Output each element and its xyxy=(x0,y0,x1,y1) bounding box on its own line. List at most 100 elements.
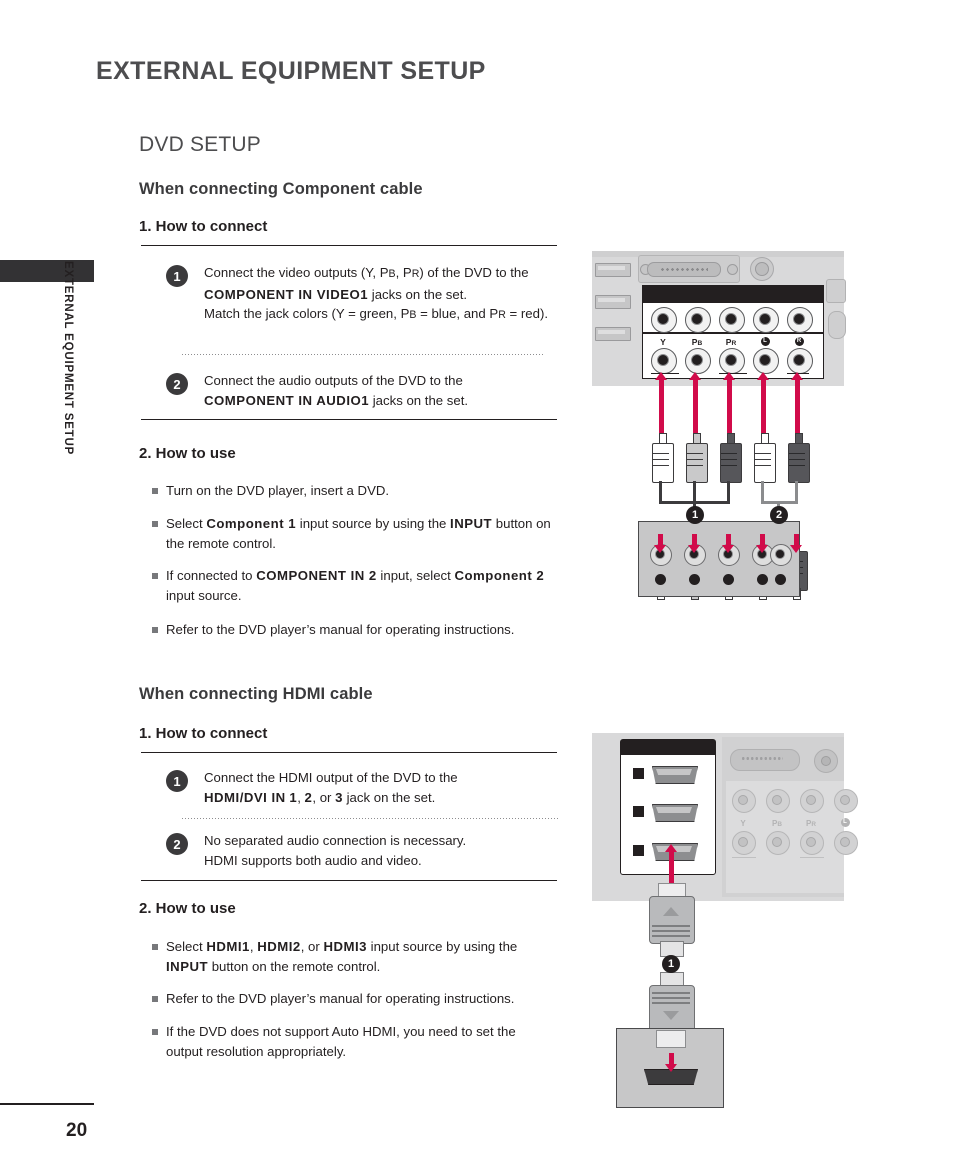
vga-pins-icon xyxy=(660,267,708,272)
component-connection-diagram: Y PB PR L R 1 2 xyxy=(592,251,846,611)
tv-ghost-port-group: Y PB PR L xyxy=(722,737,858,897)
jack-label-y: Y xyxy=(660,337,666,347)
hstep1-sep2: , or xyxy=(312,789,336,805)
ghost-jack-label-l: L xyxy=(833,818,857,828)
hdmi-slot-icon xyxy=(595,327,631,341)
hdmi-connection-diagram: Y PB PR L 1 xyxy=(592,733,858,1113)
plug-rib xyxy=(721,465,737,467)
jack-label-l: L xyxy=(753,336,777,347)
hdmi-section-heading: When connecting HDMI cable xyxy=(139,685,373,703)
ghost-rca-jack xyxy=(732,831,756,855)
hdmi-plug-arrow-icon xyxy=(663,1011,679,1020)
ghost-rca-jack xyxy=(732,789,756,813)
hdmi-plug-stripe xyxy=(652,1002,690,1004)
ghost-rca-jack xyxy=(834,831,858,855)
plug-rib xyxy=(653,453,669,455)
list-item: If the DVD does not support Auto HDMI, y… xyxy=(152,1022,548,1061)
step1-line3-mid: = blue, and P xyxy=(416,306,499,321)
connection-arrow-icon xyxy=(757,372,769,434)
vga-port-icon xyxy=(730,749,800,771)
step1-line3-sub-r: R xyxy=(498,309,506,321)
hdmi-port-3: 3 xyxy=(335,789,343,805)
hstep2-line2: HDMI supports both audio and video. xyxy=(204,852,422,868)
rca-plug-green xyxy=(652,433,674,483)
plug-rib xyxy=(721,459,737,461)
hdmi3-label: HDMI3 xyxy=(323,939,367,954)
hdmi-marker-square xyxy=(633,806,644,817)
ghost-rca-jack xyxy=(834,789,858,813)
step-badge: 1 xyxy=(166,770,188,792)
plug-rib xyxy=(687,465,703,467)
step2-line1: Connect the audio outputs of the DVD to … xyxy=(204,373,463,388)
ghost-rca-jack xyxy=(766,789,790,813)
step1-line1-pre: Connect the video outputs (Y, P xyxy=(204,265,389,280)
hdmi-plug-stripe xyxy=(652,930,690,932)
rca-jack-y xyxy=(651,348,677,374)
component-in-video1-label: COMPONENT IN VIDEO1 xyxy=(204,286,369,302)
hdmi1-label: HDMI1 xyxy=(206,939,250,954)
list-item: Refer to the DVD player’s manual for ope… xyxy=(152,989,566,1009)
hb1-mid: input source by using the xyxy=(366,939,518,954)
dvd-panel-dot xyxy=(775,574,786,585)
page-number: 20 xyxy=(66,1120,88,1141)
component-how-to-use-heading: 2. How to use xyxy=(139,445,236,462)
plug-rib xyxy=(789,453,805,455)
dvd-player-rear-panel xyxy=(638,521,800,597)
jack-label-r: R xyxy=(787,336,811,347)
cable-wire xyxy=(795,481,798,503)
vga-connector-body xyxy=(647,262,721,277)
hstep2-line1: No separated audio connection is necessa… xyxy=(204,833,467,848)
hstep1-sep1: , xyxy=(297,789,305,805)
step2-line2-post: jacks on the set. xyxy=(369,392,469,408)
step1-sub-b: B xyxy=(388,268,396,280)
input-button-label: INPUT xyxy=(450,516,493,531)
component-ghost-panel: Y PB PR L xyxy=(726,781,858,893)
rca-jack-top xyxy=(651,307,677,333)
plug-rib xyxy=(721,453,737,455)
rca-plug-audio-l xyxy=(754,433,776,483)
insert-arrow-icon xyxy=(665,1053,677,1072)
hb1-pre: Select xyxy=(166,939,207,954)
list-item: Select HDMI1, HDMI2, or HDMI3 input sour… xyxy=(152,937,546,976)
hdmi-plug-stripe xyxy=(652,935,690,937)
port-inner xyxy=(656,769,692,775)
component-in-jack-panel: Y PB PR L R xyxy=(642,285,824,379)
port-outer xyxy=(652,766,698,784)
b2-mid: input source by using the xyxy=(296,516,451,531)
step1-line1-mid: , P xyxy=(395,265,412,280)
hdmi-how-to-connect-heading: 1. How to connect xyxy=(139,725,268,742)
cable-wire xyxy=(727,481,730,503)
dvd-jack xyxy=(770,544,792,566)
rca-jack-top xyxy=(753,307,779,333)
hdmi-port-2-icon xyxy=(652,804,698,822)
cable-marker-2: 2 xyxy=(770,506,788,524)
rca-jack-pr xyxy=(719,348,745,374)
hdmi-port-1-icon xyxy=(652,766,698,784)
jack-label-pr: PR xyxy=(725,337,737,347)
step1-line2-post: jacks on the set. xyxy=(368,286,468,302)
connection-arrow-icon xyxy=(723,372,735,434)
port-inner xyxy=(656,807,692,813)
rca-plug-red xyxy=(720,433,742,483)
hdmi-marker-square xyxy=(633,768,644,779)
divider-rule xyxy=(141,245,557,246)
hdmi-plug-stripe xyxy=(652,992,690,994)
plug-rib xyxy=(653,459,669,461)
component-section-heading: When connecting Component cable xyxy=(139,180,423,198)
step-text: Connect the video outputs (Y, PB, P R) of… xyxy=(204,263,584,326)
step-badge: 1 xyxy=(166,265,188,287)
ghost-underbar xyxy=(732,857,756,859)
panel-header-bar xyxy=(621,740,715,755)
hdmi-plug-arrow-icon xyxy=(663,907,679,916)
input-button-label: INPUT xyxy=(166,958,209,974)
sidebar-chapter-label: EXTERNAL EQUIPMENT SETUP xyxy=(62,261,74,456)
din-port-icon xyxy=(828,311,846,339)
cable-wire xyxy=(761,481,764,503)
cable-wire xyxy=(659,481,662,503)
sidebar-chapter-tab xyxy=(0,260,94,282)
b3-post: input source. xyxy=(166,587,242,603)
cable-marker-1: 1 xyxy=(686,506,704,524)
component-in-audio1-label: COMPONENT IN AUDIO1 xyxy=(204,392,370,408)
step-badge: 2 xyxy=(166,373,188,395)
plug-rib xyxy=(687,453,703,455)
